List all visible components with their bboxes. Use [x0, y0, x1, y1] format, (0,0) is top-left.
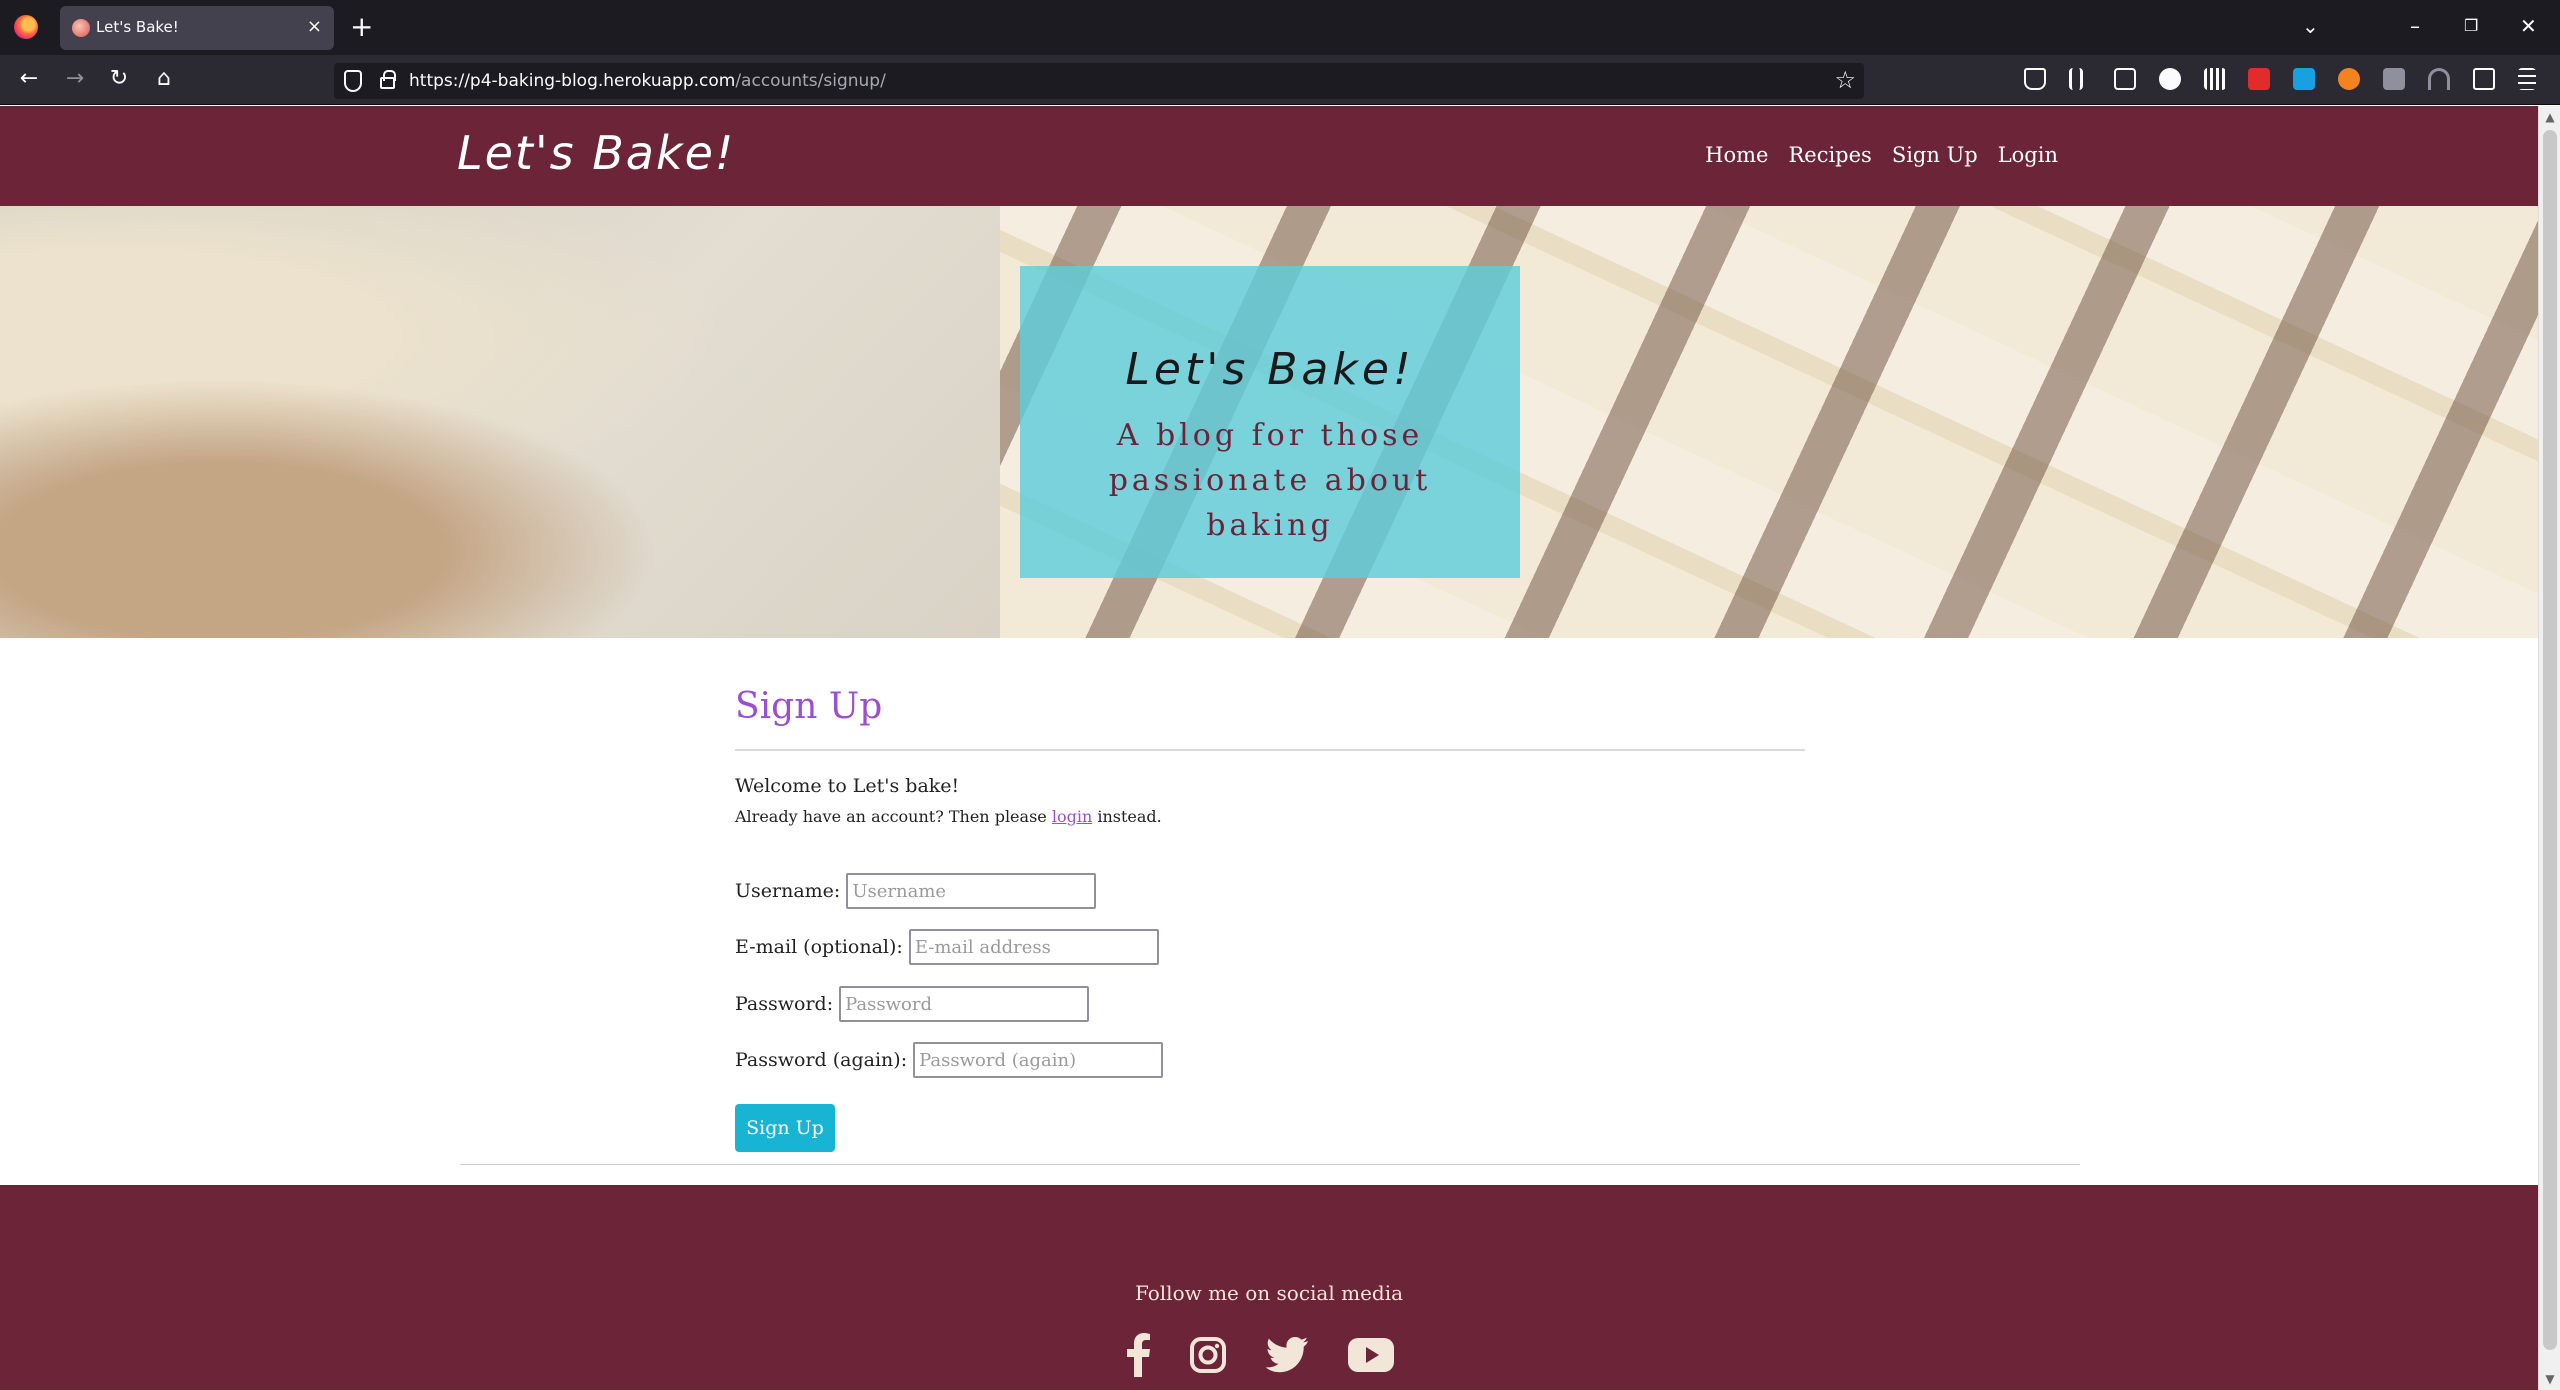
site-brand[interactable]: Let's Bake! — [457, 126, 735, 180]
extension-s-icon[interactable] — [2248, 68, 2270, 90]
web-page: Let's Bake! Home Recipes Sign Up Login L… — [0, 106, 2538, 1390]
lock-icon[interactable] — [380, 70, 396, 89]
social-links — [1126, 1333, 1394, 1377]
password-input[interactable] — [839, 986, 1090, 1022]
scroll-up-icon[interactable]: ▲ — [2543, 110, 2557, 124]
tab-list-chevron-icon[interactable]: ⌄ — [2302, 12, 2319, 40]
already-account-text: Already have an account? Then please log… — [735, 807, 1162, 826]
password-again-label: Password (again): — [735, 1049, 908, 1071]
site-header: Let's Bake! Home Recipes Sign Up Login — [0, 106, 2538, 206]
minimize-icon[interactable]: – — [2410, 12, 2420, 40]
hero-title: Let's Bake! — [1125, 344, 1415, 395]
extension-grey-icon[interactable] — [2383, 68, 2405, 90]
firefox-icon[interactable] — [14, 15, 38, 39]
hero-banner: Let's Bake! A blog for those passionate … — [0, 206, 2538, 638]
tab-close-icon[interactable]: × — [307, 16, 322, 38]
email-input[interactable] — [908, 929, 1159, 965]
password-again-row: Password (again): — [735, 1042, 1164, 1078]
footer-divider — [460, 1164, 2080, 1165]
home-icon[interactable]: ⌂ — [150, 65, 178, 93]
close-window-icon[interactable]: ✕ — [2520, 12, 2537, 40]
pocket-icon[interactable] — [2024, 68, 2046, 90]
signup-section: Sign Up Welcome to Let's bake! Already h… — [735, 686, 1805, 1152]
browser-tab-bar: Let's Bake! × + ⌄ – ❐ ✕ — [0, 0, 2560, 55]
extension-badge-icon[interactable] — [2293, 68, 2315, 90]
new-tab-icon[interactable]: + — [350, 12, 373, 42]
scroll-thumb[interactable] — [2543, 130, 2557, 1350]
site-nav: Home Recipes Sign Up Login — [1705, 143, 2058, 167]
nav-home[interactable]: Home — [1705, 143, 1768, 167]
extensions-puzzle-icon[interactable] — [2473, 68, 2495, 90]
library-icon[interactable] — [2069, 68, 2083, 90]
tab-favicon-icon — [72, 19, 90, 37]
menu-hamburger-icon[interactable] — [2518, 68, 2536, 90]
scroll-down-icon[interactable]: ▼ — [2543, 1372, 2557, 1386]
username-label: Username: — [735, 880, 841, 902]
tracking-shield-icon[interactable] — [344, 70, 362, 92]
email-label: E-mail (optional): — [735, 936, 903, 958]
password-row: Password: — [735, 986, 1090, 1022]
forward-icon[interactable]: → — [61, 65, 89, 93]
youtube-icon[interactable] — [1348, 1338, 1394, 1372]
follow-text: Follow me on social media — [1134, 1281, 1404, 1305]
browser-tab[interactable]: Let's Bake! × — [60, 6, 334, 50]
extension-arc-icon[interactable] — [2428, 68, 2450, 90]
url-bar[interactable]: https://p4-baking-blog.herokuapp.com/acc… — [334, 63, 1864, 99]
hero-subtitle: A blog for those passionate about baking — [1108, 418, 1432, 543]
nav-recipes[interactable]: Recipes — [1788, 143, 1871, 167]
heading-divider — [735, 749, 1805, 751]
twitter-icon[interactable] — [1266, 1337, 1308, 1373]
signup-button[interactable]: Sign Up — [735, 1104, 835, 1152]
hero-card: Let's Bake! A blog for those passionate … — [1020, 266, 1520, 578]
nav-login[interactable]: Login — [1998, 143, 2058, 167]
site-footer: Follow me on social media — [0, 1185, 2538, 1390]
nav-signup[interactable]: Sign Up — [1892, 143, 1978, 167]
extension-grid-icon[interactable] — [2204, 68, 2226, 90]
extension-d-icon[interactable] — [2159, 68, 2181, 90]
facebook-icon[interactable] — [1126, 1333, 1150, 1377]
username-input[interactable] — [846, 873, 1097, 909]
restore-icon[interactable]: ❐ — [2464, 12, 2478, 40]
login-link[interactable]: login — [1052, 807, 1092, 826]
reload-icon[interactable]: ↻ — [105, 65, 133, 93]
password-label: Password: — [735, 993, 834, 1015]
tab-title: Let's Bake! — [96, 18, 179, 36]
username-row: Username: — [735, 873, 1097, 909]
signup-heading: Sign Up — [735, 686, 883, 727]
welcome-text: Welcome to Let's bake! — [735, 775, 960, 797]
sidebar-icon[interactable] — [2114, 68, 2136, 90]
password-again-input[interactable] — [913, 1042, 1164, 1078]
extension-orange-icon[interactable] — [2338, 68, 2360, 90]
email-row: E-mail (optional): — [735, 929, 1159, 965]
instagram-icon[interactable] — [1190, 1337, 1226, 1373]
url-text[interactable]: https://p4-baking-blog.herokuapp.com/acc… — [409, 71, 886, 91]
page-scrollbar[interactable]: ▲ ▼ — [2538, 106, 2560, 1390]
bookmark-star-icon[interactable]: ☆ — [1834, 66, 1856, 94]
back-icon[interactable]: ← — [15, 65, 43, 93]
